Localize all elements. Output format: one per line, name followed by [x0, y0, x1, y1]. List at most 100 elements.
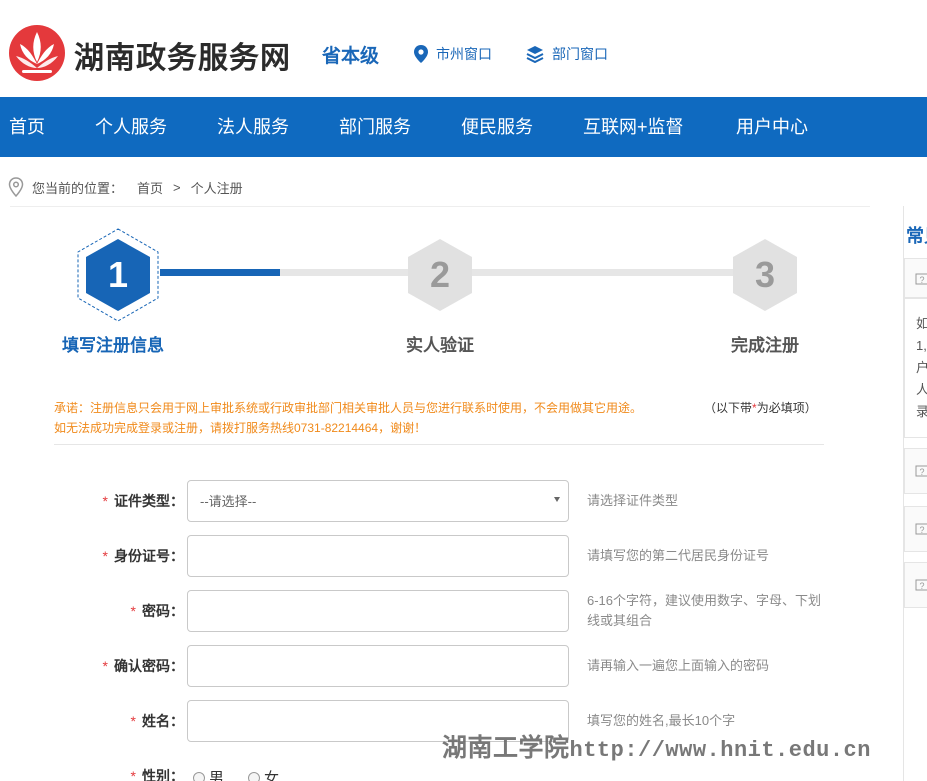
password-row: * 密码： 6-16个字符，建议使用数字、字母、下划线或其组合 — [54, 590, 834, 632]
question-icon: ? — [915, 523, 927, 535]
watermark: 湖南工学院http://www.hnit.edu.cn — [442, 728, 871, 764]
confirm-password-input[interactable] — [187, 645, 569, 687]
question-icon: ? — [915, 465, 927, 477]
breadcrumb-home[interactable]: 首页 — [137, 178, 163, 197]
radio-circle-icon[interactable] — [193, 771, 205, 781]
step-3-hexagon: 3 — [733, 239, 797, 311]
faq-title: 常见 — [906, 226, 927, 246]
step-2-label: 实人验证 — [406, 336, 474, 355]
question-icon: ? — [915, 273, 927, 285]
faq-answer-1: 如 1, 户 人 录 — [904, 298, 927, 438]
level-label[interactable]: 省本级 — [322, 41, 379, 68]
step-2-number: 2 — [430, 254, 450, 295]
notice-divider — [54, 444, 824, 445]
required-suffix: 为必填项） — [756, 401, 817, 415]
gender-male-radio[interactable]: 男 — [193, 767, 224, 781]
registration-panel: 1 2 3 填写注册信息 实人验证 完成注册 承诺：注册信息只会用于网上审批系统… — [10, 206, 870, 781]
faq-item-3[interactable]: ? — [904, 506, 927, 552]
faq-item-1[interactable]: ? — [904, 258, 927, 298]
password-hint: 6-16个字符，建议使用数字、字母、下划线或其组合 — [587, 593, 822, 628]
faq-text-line: 如 — [916, 313, 927, 335]
breadcrumb-prefix: 您当前的位置： — [32, 180, 124, 196]
required-star: * — [130, 713, 136, 729]
step-2-hexagon: 2 — [408, 239, 472, 311]
faq-text-line: 户 — [916, 357, 927, 379]
site-header: 湖南政务服务网 省本级 市州窗口 部门窗口 — [0, 0, 927, 97]
id-type-select[interactable]: --请选择-- — [187, 480, 569, 522]
required-prefix: （以下带 — [704, 401, 753, 415]
step-2: 2 — [394, 227, 486, 323]
step-1-label: 填写注册信息 — [62, 336, 164, 355]
question-icon: ? — [915, 579, 927, 591]
svg-text:?: ? — [919, 525, 924, 535]
faq-text-line: 1, — [916, 338, 927, 353]
id-number-hint: 请填写您的第二代居民身份证号 — [587, 548, 770, 563]
main-nav: 首页 个人服务 法人服务 部门服务 便民服务 互联网+监督 用户中心 — [0, 97, 927, 157]
nav-item-convenience[interactable]: 便民服务 — [461, 97, 533, 157]
step-1-hexagon: 1 — [77, 228, 159, 322]
password-label-text: 密码： — [142, 603, 184, 619]
nav-item-home[interactable]: 首页 — [9, 97, 45, 157]
required-note: （以下带*为必填项） — [704, 398, 817, 418]
step-1-number: 1 — [108, 254, 128, 295]
gender-female-label: 女 — [264, 770, 280, 781]
name-label-text: 姓名： — [142, 713, 184, 729]
nav-item-department[interactable]: 部门服务 — [339, 97, 411, 157]
city-window-link[interactable]: 市州窗口 — [414, 44, 492, 64]
gender-male-label: 男 — [209, 770, 225, 781]
required-star: * — [102, 493, 108, 509]
step-3-number: 3 — [755, 254, 775, 295]
nav-item-personal[interactable]: 个人服务 — [95, 97, 167, 157]
id-number-label-text: 身份证号： — [114, 548, 184, 564]
faq-item-4[interactable]: ? — [904, 562, 927, 608]
site-title[interactable]: 湖南政务服务网 — [74, 33, 291, 77]
nav-item-user-center[interactable]: 用户中心 — [736, 97, 808, 157]
id-number-label: * 身份证号： — [103, 535, 184, 577]
gender-female-radio[interactable]: 女 — [248, 767, 279, 781]
progress-fill — [160, 269, 280, 276]
faq-text-line: 录 — [916, 401, 927, 423]
location-pin-icon — [414, 45, 428, 63]
faq-item-2[interactable]: ? — [904, 448, 927, 494]
radio-circle-icon[interactable] — [248, 771, 260, 781]
confirm-password-label: * 确认密码： — [103, 645, 184, 687]
nav-item-legal-person[interactable]: 法人服务 — [217, 97, 289, 157]
breadcrumb: 您当前的位置： 首页 > 个人注册 — [8, 176, 243, 198]
location-outline-icon — [8, 177, 24, 197]
department-window-link[interactable]: 部门窗口 — [526, 44, 608, 64]
layers-icon — [526, 46, 544, 63]
step-3: 3 — [719, 227, 811, 323]
watermark-url: http://www.hnit.edu.cn — [569, 738, 871, 763]
notice-line-2: 如无法成功完成登录或注册，请拨打服务热线0731-82214464，谢谢！ — [54, 421, 427, 435]
id-type-label-text: 证件类型： — [114, 493, 184, 509]
name-label: * 姓名： — [131, 700, 184, 742]
password-label: * 密码： — [131, 590, 184, 632]
step-3-label: 完成注册 — [731, 336, 799, 355]
required-star: * — [102, 658, 108, 674]
id-type-label: * 证件类型： — [103, 480, 184, 522]
password-input[interactable] — [187, 590, 569, 632]
step-progress: 1 2 3 填写注册信息 实人验证 完成注册 — [10, 207, 870, 367]
step-1: 1 — [70, 227, 160, 323]
gender-label: * 性别： — [131, 755, 184, 781]
department-window-label: 部门窗口 — [552, 46, 608, 62]
lotus-logo-icon[interactable] — [8, 24, 66, 82]
breadcrumb-current: 个人注册 — [190, 180, 243, 196]
watermark-text: 湖南工学院 — [442, 735, 570, 762]
breadcrumb-separator: > — [173, 179, 181, 195]
confirm-password-label-text: 确认密码： — [114, 658, 184, 674]
id-type-hint: 请选择证件类型 — [587, 493, 679, 508]
required-star: * — [130, 768, 136, 781]
confirm-password-hint: 请再输入一遍您上面输入的密码 — [587, 658, 770, 673]
id-number-row: * 身份证号： 请填写您的第二代居民身份证号 — [54, 535, 834, 577]
nav-item-supervision[interactable]: 互联网+监督 — [583, 97, 684, 157]
id-type-row: * 证件类型： --请选择-- 请选择证件类型 — [54, 480, 834, 522]
svg-text:?: ? — [919, 581, 924, 591]
id-number-input[interactable] — [187, 535, 569, 577]
faq-sidebar: 常见 ? 如 1, 户 人 录 ? ? ? — [903, 206, 927, 781]
city-window-label: 市州窗口 — [436, 46, 492, 62]
confirm-password-row: * 确认密码： 请再输入一遍您上面输入的密码 — [54, 645, 834, 687]
required-star: * — [130, 603, 136, 619]
required-star: * — [102, 548, 108, 564]
faq-text-line: 人 — [916, 379, 927, 401]
